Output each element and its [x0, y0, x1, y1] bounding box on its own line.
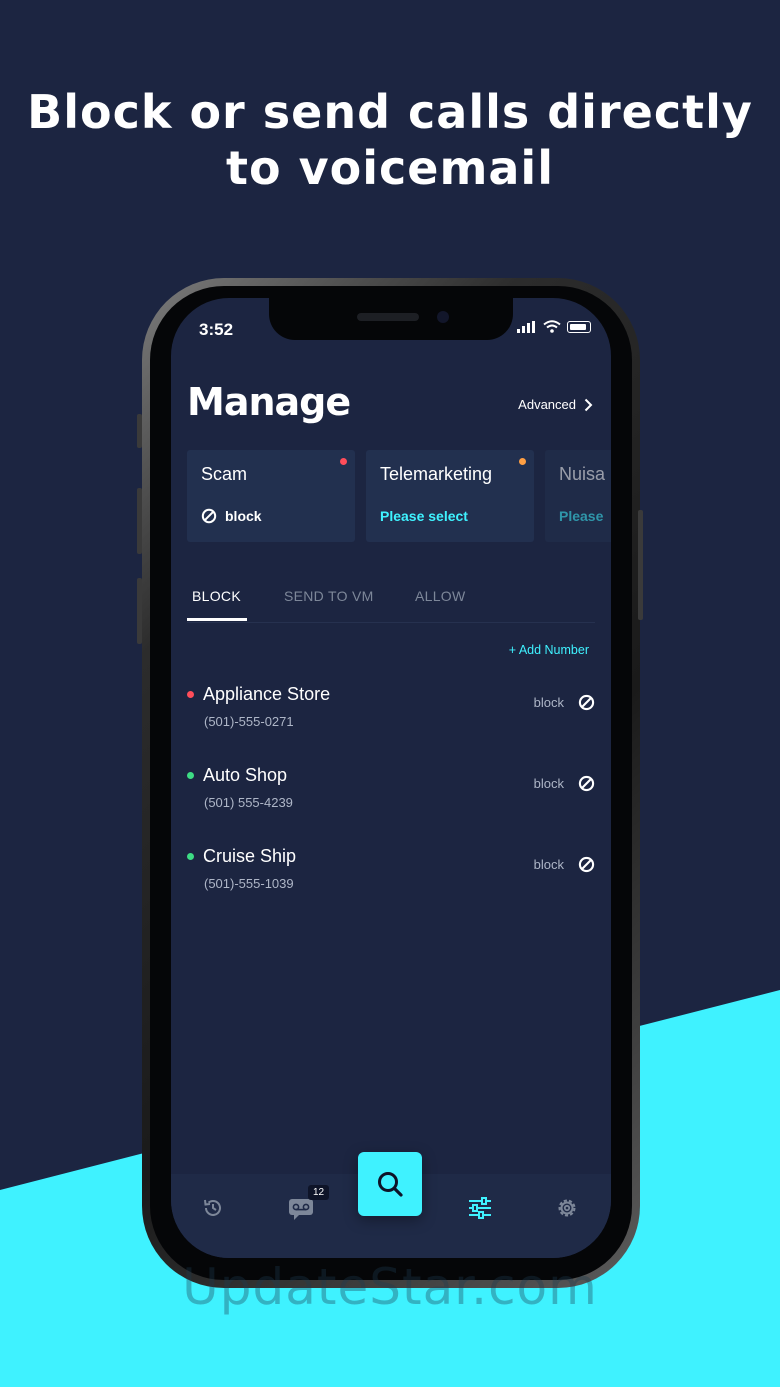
block-icon: [578, 856, 595, 873]
watermark: UpdateStar.com: [182, 1258, 598, 1316]
category-status-label: Please: [559, 508, 604, 524]
contact-action-label: block: [533, 695, 564, 710]
tab-block[interactable]: BLOCK: [192, 588, 241, 604]
earpiece-speaker: [357, 313, 419, 321]
phone-power-button: [638, 510, 643, 620]
contact-phone: (501)-555-1039: [204, 876, 294, 891]
contact-status-dot: [187, 853, 194, 860]
search-button[interactable]: [358, 1152, 422, 1216]
category-name: Nuisa: [559, 464, 606, 484]
tab-allow[interactable]: ALLOW: [415, 588, 466, 604]
phone-mute-switch: [137, 414, 142, 448]
tabbar-history[interactable]: [201, 1196, 225, 1225]
category-card-scam[interactable]: Scam block: [187, 450, 355, 542]
contact-status-dot: [187, 691, 194, 698]
filters-icon: [469, 1197, 491, 1219]
block-icon: [578, 775, 595, 792]
page-title: Manage: [187, 380, 351, 424]
list-item[interactable]: Appliance Store (501)-555-0271 block: [187, 684, 595, 744]
advanced-label: Advanced: [518, 397, 576, 412]
tabbar-settings[interactable]: [555, 1196, 579, 1225]
category-card-telemarketing[interactable]: Telemarketing Please select: [366, 450, 534, 542]
block-icon: [201, 508, 217, 524]
contact-action-label: block: [533, 857, 564, 872]
signal-icon: [517, 320, 535, 333]
voicemail-count-badge: 12: [308, 1185, 330, 1200]
category-indicator-dot: [519, 458, 526, 465]
active-tab-indicator: [187, 618, 247, 621]
category-status: Please: [559, 508, 603, 524]
category-name: Telemarketing: [380, 464, 493, 484]
list-tabs: BLOCK SEND TO VM ALLOW: [187, 586, 595, 623]
history-icon: [204, 1199, 221, 1216]
tab-send-to-vm[interactable]: SEND TO VM: [284, 588, 374, 604]
headline: Block or send calls directly to voicemai…: [0, 84, 780, 196]
category-name: Scam: [201, 464, 248, 484]
search-icon: [378, 1172, 403, 1197]
phone-notch: [269, 298, 513, 340]
list-item[interactable]: Cruise Ship (501)-555-1039 block: [187, 846, 595, 906]
category-status-label: Please select: [380, 508, 468, 524]
category-indicator-dot: [340, 458, 347, 465]
list-item[interactable]: Auto Shop (501) 555-4239 block: [187, 765, 595, 825]
status-time: 3:52: [199, 320, 234, 339]
headline-line-2: to voicemail: [226, 141, 554, 195]
category-card-nuisance[interactable]: Nuisa Please: [545, 450, 611, 542]
add-number-button[interactable]: + Add Number: [509, 643, 589, 657]
contact-name: Auto Shop: [203, 765, 288, 785]
battery-icon: [567, 320, 591, 333]
phone-volume-up-button: [137, 488, 142, 554]
advanced-link[interactable]: Advanced: [518, 397, 593, 412]
status-icons: [517, 320, 591, 333]
tabbar-manage[interactable]: [467, 1196, 493, 1225]
contact-action[interactable]: block: [534, 856, 595, 873]
contact-name: Cruise Ship: [203, 846, 297, 866]
category-status-label: block: [225, 508, 262, 524]
category-cards: Scam block Telemarketing Please select N…: [187, 450, 611, 542]
front-camera: [437, 311, 449, 323]
contact-action-label: block: [533, 776, 564, 791]
category-status: block: [201, 508, 262, 524]
category-status: Please select: [380, 508, 468, 524]
headline-line-1: Block or send calls directly: [27, 85, 753, 139]
contact-phone: (501) 555-4239: [204, 795, 293, 810]
contact-phone: (501)-555-0271: [204, 714, 294, 729]
contact-status-dot: [187, 772, 194, 779]
tabbar-voicemail[interactable]: [287, 1196, 315, 1227]
settings-icon: [558, 1199, 576, 1217]
chevron-right-icon: [584, 398, 593, 411]
contact-action[interactable]: block: [534, 775, 595, 792]
phone-volume-down-button: [137, 578, 142, 644]
contact-name: Appliance Store: [203, 684, 331, 704]
wifi-icon: [543, 320, 561, 333]
block-icon: [578, 694, 595, 711]
phone-screen: 3:52 Manage Advanced Scam block Telemark…: [171, 298, 611, 1258]
contact-action[interactable]: block: [534, 694, 595, 711]
